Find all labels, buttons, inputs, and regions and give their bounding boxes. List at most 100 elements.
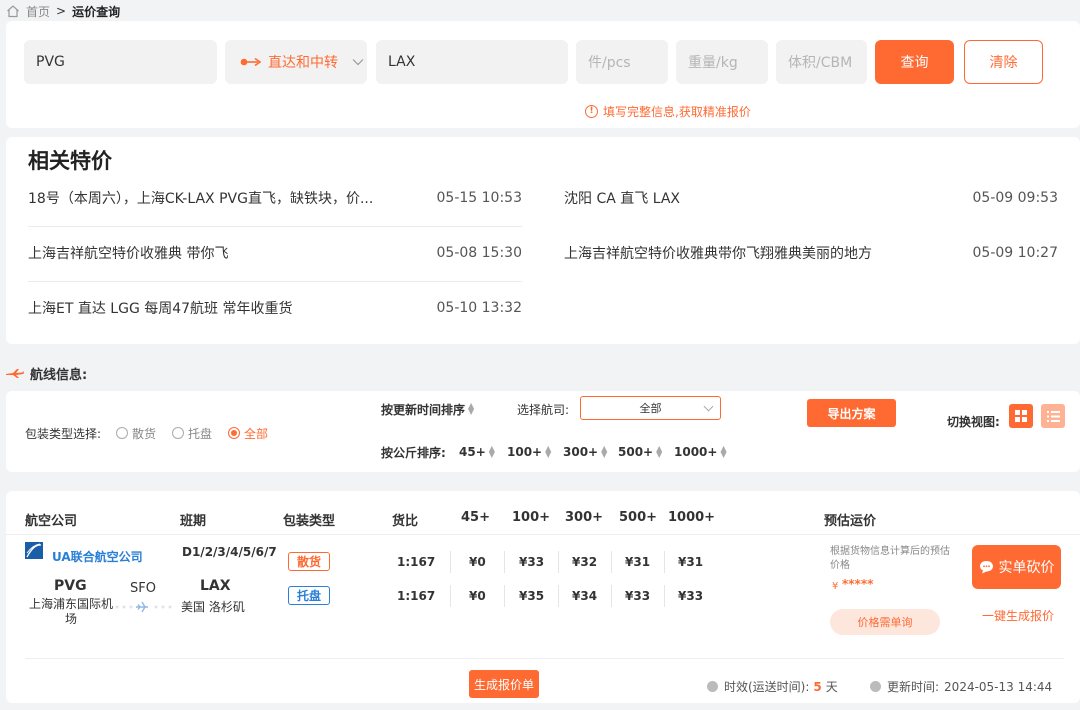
breadcrumb-home[interactable]: 首页: [26, 3, 50, 20]
price-100: ¥35: [519, 589, 545, 603]
sort-kg-label: 1000+: [674, 445, 718, 459]
chat-icon: [979, 561, 993, 574]
origin-name: 上海浦东国际机场: [28, 597, 113, 626]
airline-label: 选择航司:: [517, 402, 570, 417]
ratio-value: 1:167: [397, 589, 436, 603]
special-item-date: 05-09 10:27: [972, 245, 1058, 261]
airline-select[interactable]: 全部: [580, 396, 721, 420]
update-time: 更新时间: 2024-05-13 14:44: [870, 678, 1052, 695]
flight-path-icon: [115, 601, 172, 613]
origin-field[interactable]: PVG: [24, 40, 217, 84]
sort-kg-1000[interactable]: 1000+ ▲ ▼: [674, 444, 727, 460]
export-button[interactable]: 导出方案: [807, 399, 896, 427]
transit-time-label: 时效(运送时间):: [724, 680, 810, 694]
special-item-text: 上海吉祥航空特价收雅典 带你飞: [28, 246, 229, 262]
header-schedule: 班期: [180, 514, 207, 529]
airline-name[interactable]: UA联合航空公司: [52, 548, 143, 565]
header-100: 100+: [512, 510, 551, 525]
transit-time: 时效(运送时间): 5 天: [707, 678, 838, 695]
sort-kg-500[interactable]: 500+ ▲ ▼: [618, 444, 662, 460]
price-45: ¥0: [469, 589, 486, 603]
schedule-value: D1/2/3/4/5/6/7: [182, 545, 277, 559]
grid-icon: [1015, 410, 1027, 422]
special-item[interactable]: 上海吉祥航空特价收雅典 带你飞 05-08 15:30: [28, 242, 522, 264]
weight-field[interactable]: 重量/kg: [676, 40, 768, 84]
sort-kg-label: 45+: [459, 445, 486, 459]
price-100: ¥33: [519, 555, 545, 569]
transit-time-value: 5: [813, 679, 822, 694]
header-ratio: 货比: [392, 514, 419, 529]
results-panel: 航空公司 班期 包装类型 货比 45+ 100+ 300+ 500+ 1000+…: [6, 491, 1080, 703]
sort-kg-300[interactable]: 300+ ▲ ▼: [563, 444, 607, 460]
price-1000: ¥31: [678, 555, 704, 569]
sort-icon: ▲ ▼: [488, 444, 495, 459]
route-info-label: 航线信息:: [30, 367, 88, 383]
destination-value: LAX: [388, 54, 416, 70]
airline-logo-icon: [25, 542, 43, 559]
chevron-down-icon: [703, 401, 714, 412]
radio-label: 全部: [244, 426, 269, 441]
sort-kg-label: 300+: [563, 445, 599, 459]
origin-value: PVG: [36, 54, 65, 70]
radio-all[interactable]: 全部: [228, 425, 268, 442]
special-item-date: 05-09 09:53: [972, 190, 1058, 206]
list-icon: [1046, 410, 1060, 422]
header-estimate: 预估运价: [824, 514, 877, 529]
chevron-down-icon: [352, 59, 364, 66]
airplane-icon: [6, 369, 24, 378]
list-view-button[interactable]: [1041, 404, 1065, 428]
divider: [450, 585, 451, 607]
divider: [611, 551, 612, 573]
radio-pallet[interactable]: 托盘: [172, 425, 212, 442]
breadcrumb-separator: >: [56, 4, 67, 18]
radio-dot: [116, 427, 128, 439]
sort-by-update[interactable]: 按更新时间排序 ▲ ▼: [381, 401, 474, 417]
volume-field[interactable]: 体积/CBM: [776, 40, 867, 84]
clear-button[interactable]: 清除: [964, 40, 1043, 84]
generate-quote-button[interactable]: 生成报价单: [469, 670, 539, 698]
price-500: ¥33: [625, 589, 651, 603]
sort-kg-100[interactable]: 100+ ▲ ▼: [507, 444, 551, 460]
sort-kg-45[interactable]: 45+ ▲ ▼: [459, 444, 495, 460]
route-info-heading: 航线信息:: [6, 364, 88, 383]
divider: [558, 551, 559, 573]
sort-by-kg-label: 按公斤排序:: [381, 445, 446, 460]
header-airline: 航空公司: [25, 514, 78, 529]
bargain-button[interactable]: 实单砍价: [972, 545, 1061, 589]
route-type-select[interactable]: 直达和中转: [225, 40, 367, 84]
special-item[interactable]: 18号（本周六），上海CK-LAX PVG直飞，缺铁块，价... 05-15 1…: [28, 187, 522, 209]
update-label: 更新时间:: [887, 680, 940, 694]
divider: [664, 551, 665, 573]
home-icon[interactable]: [6, 4, 20, 18]
volume-placeholder: 体积/CBM: [788, 55, 853, 71]
special-item[interactable]: 上海ET 直达 LGG 每周47航班 常年收重货 05-10 13:32: [28, 297, 522, 319]
price-45: ¥0: [469, 555, 486, 569]
origin-code: PVG: [54, 578, 87, 594]
one-click-quote-link[interactable]: 一键生成报价: [982, 607, 1054, 624]
special-item[interactable]: 沈阳 CA 直飞 LAX 05-09 09:53: [564, 187, 1058, 209]
special-item-date: 05-10 13:32: [436, 300, 522, 316]
grid-view-button[interactable]: [1009, 404, 1033, 428]
price-inquiry-pill[interactable]: 价格需单询: [830, 609, 940, 635]
filter-panel: 包装类型选择: 散货 托盘 全部 按更新时间排序 ▲ ▼ 选择航司: 全部 导出方…: [6, 391, 1080, 472]
pcs-placeholder: 件/pcs: [588, 55, 631, 71]
divider: [28, 226, 522, 227]
specials-panel: 相关特价 18号（本周六），上海CK-LAX PVG直飞，缺铁块，价... 05…: [6, 137, 1080, 344]
sort-icon: ▲ ▼: [720, 444, 727, 459]
radio-bulk[interactable]: 散货: [116, 425, 156, 442]
special-item[interactable]: 上海吉祥航空特价收雅典带你飞翔雅典美丽的地方 05-09 10:27: [564, 242, 1058, 264]
update-value: 2024-05-13 14:44: [944, 679, 1053, 694]
warning-icon: !: [585, 105, 598, 118]
pcs-field[interactable]: 件/pcs: [576, 40, 668, 84]
specials-title: 相关特价: [28, 149, 112, 173]
divider: [28, 281, 522, 282]
query-button[interactable]: 查询: [875, 40, 954, 84]
special-item-text: 沈阳 CA 直飞 LAX: [564, 191, 680, 207]
header-1000: 1000+: [668, 510, 716, 525]
special-item-date: 05-15 10:53: [436, 190, 522, 206]
header-500: 500+: [619, 510, 658, 525]
package-tag-bulk: 散货: [288, 552, 330, 571]
destination-field[interactable]: LAX: [376, 40, 568, 84]
special-item-text: 18号（本周六），上海CK-LAX PVG直飞，缺铁块，价...: [28, 191, 374, 207]
divider: [504, 551, 505, 573]
